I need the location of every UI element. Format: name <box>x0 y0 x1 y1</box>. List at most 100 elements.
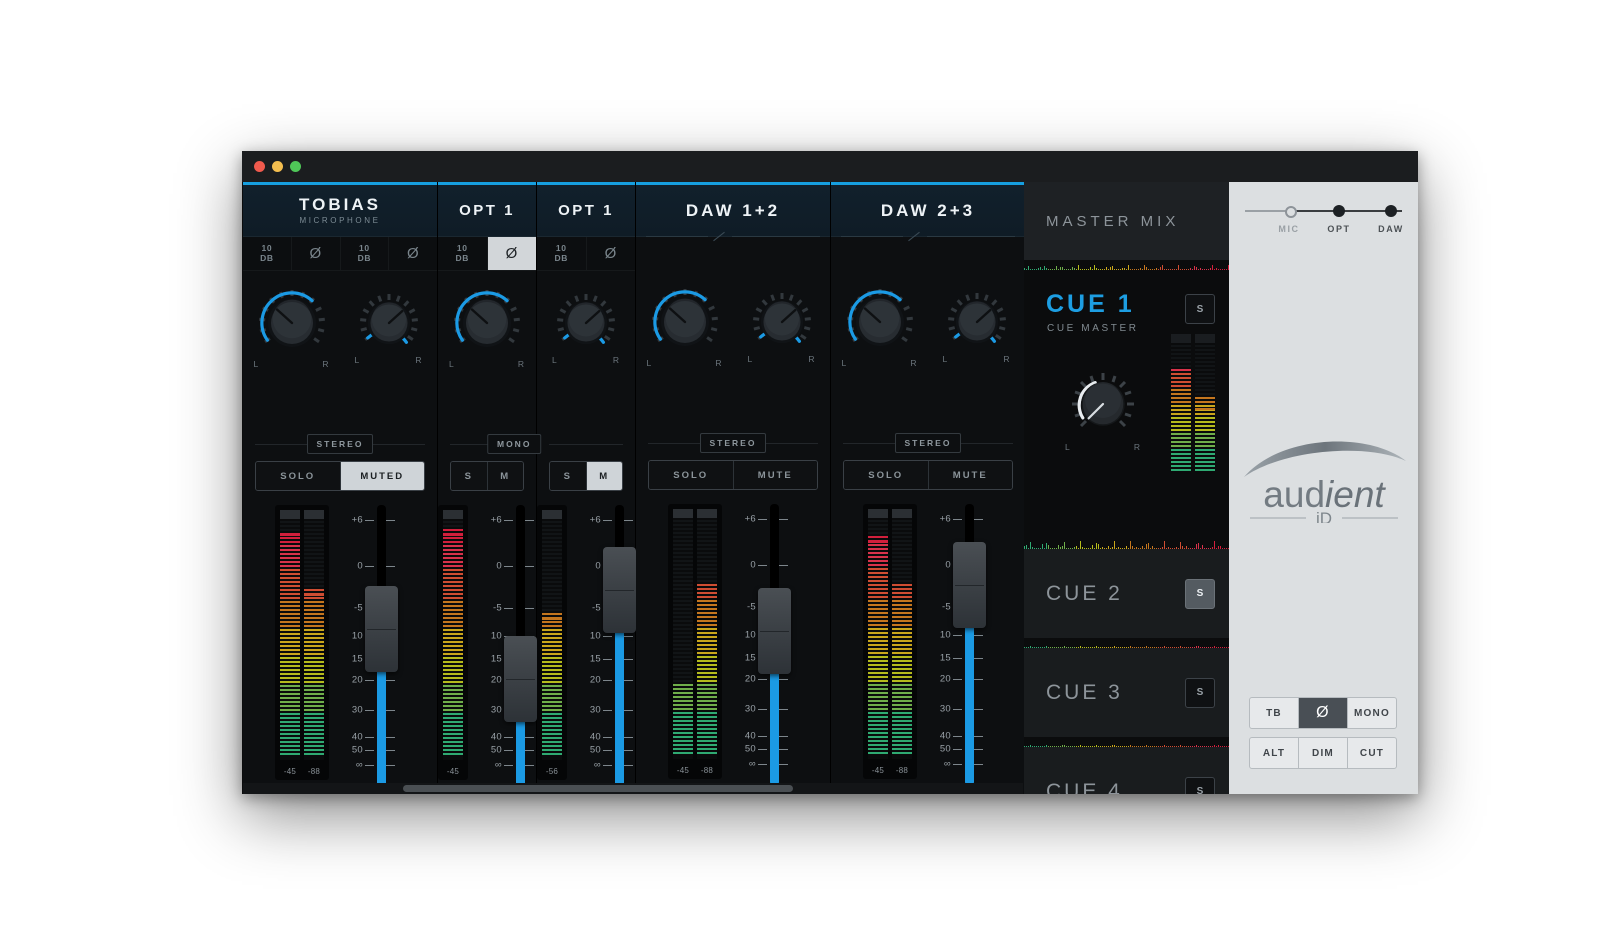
monitor-alt-button[interactable]: ALT <box>1250 738 1299 768</box>
spectrum-bar <box>1080 541 1081 549</box>
fader-handle[interactable] <box>365 585 398 672</box>
phase-icon: Ø <box>505 244 518 262</box>
source-label-daw[interactable]: DAW <box>1378 224 1404 234</box>
phase-invert-button[interactable]: Ø <box>389 237 437 270</box>
pan-knob[interactable] <box>359 293 419 353</box>
channel-fader[interactable]: +6 0 -5 10 15 20 30 40 50 ∞ <box>571 505 636 787</box>
level-knob[interactable] <box>846 288 914 356</box>
fader-handle[interactable] <box>504 635 537 722</box>
source-dot-opt[interactable] <box>1333 205 1345 217</box>
solo-button[interactable]: S <box>550 462 587 490</box>
phase-icon: Ø <box>309 244 322 262</box>
cue-row[interactable]: CUE 4 S <box>1024 747 1229 794</box>
gain-boost-button[interactable]: 10 DB <box>341 237 390 270</box>
level-knob[interactable] <box>453 289 521 357</box>
meter-leds <box>1195 345 1215 474</box>
level-knob[interactable] <box>651 288 719 356</box>
gain-boost-button[interactable]: 10 DB <box>537 237 587 270</box>
fader-scale: +6 0 -5 10 15 20 30 40 50 ∞ <box>333 511 363 771</box>
master-mix-header[interactable]: MASTER MIX <box>1024 182 1229 260</box>
cue-solo-button[interactable]: S <box>1185 578 1215 609</box>
knob-left-label: L <box>747 354 754 364</box>
source-select[interactable]: MIC OPT DAW <box>1241 196 1406 242</box>
source-dot-daw[interactable] <box>1385 205 1397 217</box>
close-icon[interactable] <box>254 161 265 172</box>
fader-scale-label: 50 <box>744 743 756 755</box>
meter-fader-area: -45 -88 +6 0 -5 10 15 20 30 40 50 ∞ <box>243 493 437 794</box>
pan-knob[interactable] <box>752 292 812 352</box>
source-dot-mic[interactable] <box>1285 206 1297 218</box>
gain-boost-button[interactable]: 10 DB <box>438 237 488 270</box>
solo-button[interactable]: SOLO <box>256 462 341 490</box>
fader-track[interactable] <box>504 505 537 787</box>
level-knob[interactable] <box>258 289 326 357</box>
mute-button[interactable]: M <box>586 462 622 490</box>
cue1-level-knob[interactable]: L R <box>1065 370 1140 452</box>
channel-fader[interactable]: +6 0 -5 10 15 20 30 40 50 ∞ <box>921 504 993 786</box>
minimize-icon[interactable] <box>272 161 283 172</box>
pan-knob[interactable] <box>556 293 616 353</box>
clip-indicator <box>1195 334 1215 343</box>
solo-button[interactable]: S <box>451 462 488 490</box>
cue1-solo-button[interactable]: S <box>1185 294 1215 324</box>
phase-invert-button[interactable]: Ø <box>487 237 536 270</box>
monitor-phase-button[interactable]: Ø <box>1299 698 1348 728</box>
channel-header[interactable]: OPT 1 <box>537 185 635 237</box>
mute-button[interactable]: M <box>487 462 523 490</box>
cue-row[interactable]: CUE 2 S <box>1024 549 1229 638</box>
pan-knob[interactable] <box>947 292 1007 352</box>
channel-strip: OPT 1 10 DB Ø L R S M -56 +6 0 -5 10 15 20 30 40 50 ∞ <box>537 182 636 794</box>
mute-button[interactable]: MUTE <box>733 461 817 489</box>
monitor-dim-button[interactable]: DIM <box>1299 738 1348 768</box>
cue-solo-button[interactable]: S <box>1185 776 1215 794</box>
meter-leds <box>304 521 324 760</box>
horizontal-scrollbar[interactable] <box>243 783 1023 794</box>
channel-mode-button[interactable]: STEREO <box>894 433 962 453</box>
fader-scale-label: 30 <box>351 704 363 716</box>
phase-invert-button[interactable]: Ø <box>587 237 636 270</box>
source-label-opt[interactable]: OPT <box>1327 224 1350 234</box>
scrollbar-thumb[interactable] <box>403 785 793 792</box>
fader-handle[interactable] <box>758 588 791 675</box>
mixer-window: TOBIAS MICROPHONE 10 DB Ø 10 DB Ø LR L R STEREO SO… <box>242 151 1418 794</box>
fader-handle[interactable] <box>953 542 986 629</box>
monitor-mono-button[interactable]: MONO <box>1348 698 1396 728</box>
channel-fader[interactable]: +6 0 -5 10 15 20 30 40 50 ∞ <box>726 504 798 786</box>
fader-track[interactable] <box>953 504 986 786</box>
mute-button[interactable]: MUTE <box>928 461 1012 489</box>
cue-solo-button[interactable]: S <box>1185 677 1215 708</box>
fader-track[interactable] <box>758 504 791 786</box>
channel-fader[interactable]: +6 0 -5 10 15 20 30 40 50 ∞ <box>472 505 537 787</box>
knob-area: LR LR <box>243 271 437 429</box>
knob-wrapper: LR <box>636 288 733 398</box>
fader-track[interactable] <box>365 505 398 787</box>
zoom-icon[interactable] <box>290 161 301 172</box>
solo-button[interactable]: SOLO <box>649 461 734 489</box>
fader-track[interactable] <box>603 505 636 787</box>
monitor-tb-button[interactable]: TB <box>1250 698 1299 728</box>
phase-invert-button[interactable]: Ø <box>292 237 341 270</box>
channel-fader[interactable]: +6 0 -5 10 15 20 30 40 50 ∞ <box>333 505 405 787</box>
cue-row[interactable]: CUE 3 S <box>1024 648 1229 737</box>
mute-button[interactable]: MUTED <box>340 462 424 490</box>
clip-indicator <box>697 509 717 518</box>
meter-value: -88 <box>307 767 321 776</box>
monitor-cut-button[interactable]: CUT <box>1348 738 1396 768</box>
monitor-control-panel: MIC OPT DAW audient iD TB Ø MONO ALT DIM… <box>1229 182 1418 794</box>
window-titlebar[interactable] <box>242 151 1418 182</box>
meter-leds <box>443 521 463 760</box>
knob-wrapper: LR <box>243 289 340 399</box>
channel-header[interactable]: DAW 2+3 <box>831 185 1025 242</box>
channel-header[interactable]: TOBIAS MICROPHONE <box>243 185 437 237</box>
channel-mode-button[interactable]: STEREO <box>306 434 374 454</box>
fader-scale-label: 50 <box>939 743 951 755</box>
fader-handle[interactable] <box>603 547 636 634</box>
channel-mode-button[interactable]: MONO <box>486 434 542 454</box>
source-label-mic[interactable]: MIC <box>1278 224 1299 234</box>
channel-mode-button[interactable]: STEREO <box>699 433 767 453</box>
window-controls[interactable] <box>254 161 301 172</box>
gain-boost-button[interactable]: 10 DB <box>243 237 292 270</box>
solo-button[interactable]: SOLO <box>844 461 929 489</box>
channel-header[interactable]: OPT 1 <box>438 185 536 237</box>
channel-header[interactable]: DAW 1+2 <box>636 185 830 242</box>
